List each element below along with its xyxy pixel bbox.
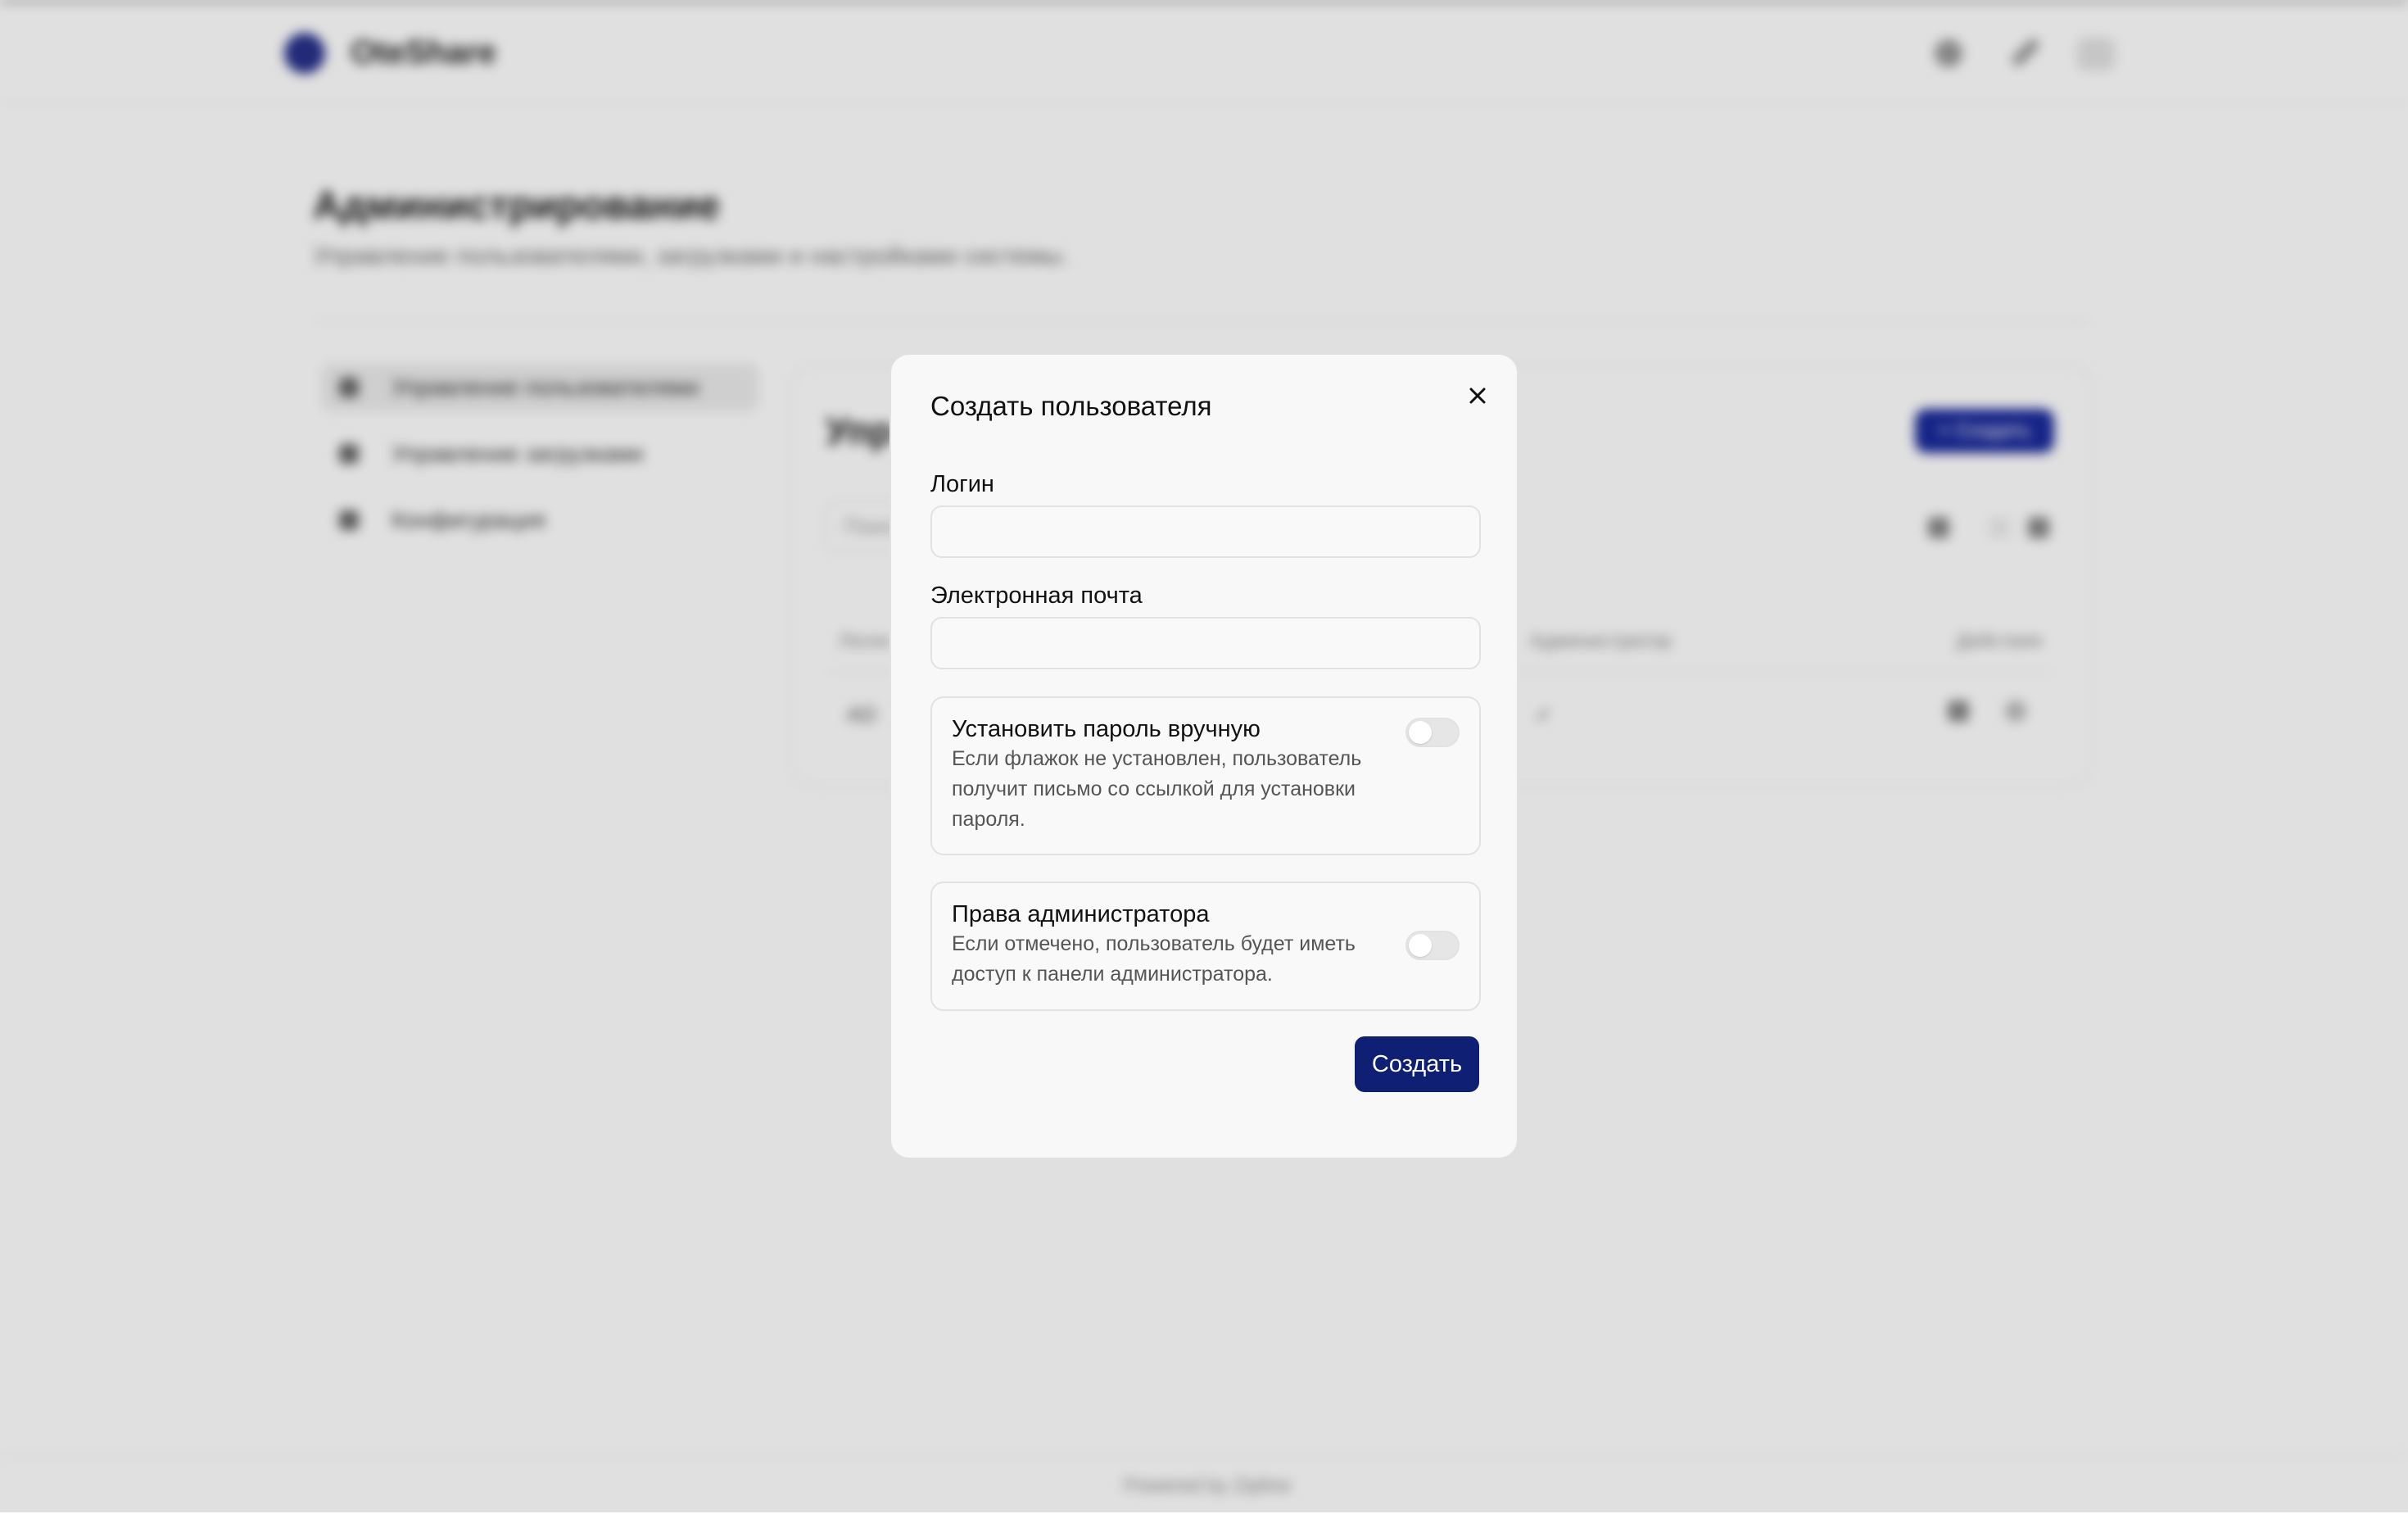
manual-password-description: Если флажок не установлен, пользователь … (952, 747, 1362, 831)
dialog-title: Создать пользователя (930, 391, 1212, 421)
admin-rights-toggle[interactable] (1405, 931, 1460, 960)
create-user-dialog: Создать пользователя Логин Электронная п… (889, 353, 1519, 1159)
email-label: Электронная почта (930, 582, 1143, 609)
admin-rights-option: Права администратора Если отмечено, поль… (930, 882, 1481, 1011)
admin-rights-description: Если отмечено, пользователь будет иметь … (952, 932, 1356, 986)
email-input[interactable] (930, 617, 1481, 669)
manual-password-toggle[interactable] (1405, 718, 1460, 747)
create-button[interactable]: Создать (1355, 1036, 1479, 1092)
toggle-knob (1409, 721, 1432, 744)
close-button[interactable] (1458, 376, 1497, 415)
login-input[interactable] (930, 505, 1481, 558)
admin-rights-title: Права администратора (952, 901, 1210, 927)
toggle-knob (1409, 934, 1432, 957)
manual-password-option: Установить пароль вручную Если флажок не… (930, 696, 1481, 855)
login-label: Логин (930, 471, 994, 497)
close-icon (1469, 388, 1486, 404)
manual-password-title: Установить пароль вручную (952, 716, 1261, 742)
